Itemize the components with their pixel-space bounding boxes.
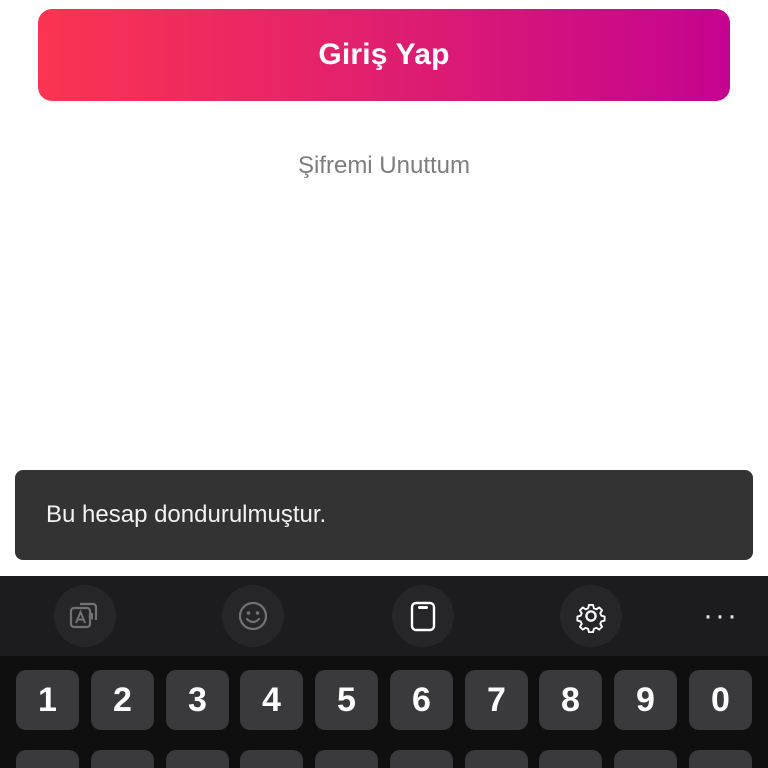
key-1[interactable]: 1 (16, 670, 79, 730)
translate-icon (69, 602, 98, 629)
key-8[interactable]: 8 (539, 670, 602, 730)
more-icon: ··· (703, 599, 739, 632)
key-row2-9[interactable] (614, 750, 677, 768)
key-0[interactable]: 0 (689, 670, 752, 730)
key-row2-4[interactable] (240, 750, 303, 768)
forgot-password-label: Şifremi Unuttum (297, 152, 471, 179)
keyboard-toolbar: ··· (0, 576, 768, 656)
key-row2-3[interactable] (166, 750, 229, 768)
keyboard-keys: 1 2 3 4 5 6 7 8 9 0 (0, 656, 768, 768)
key-2[interactable]: 2 (91, 670, 154, 730)
key-9[interactable]: 9 (614, 670, 677, 730)
forgot-password-link[interactable]: Şifremi Unuttum (0, 152, 768, 180)
translate-button[interactable] (54, 585, 116, 647)
login-button-label: Giriş Yap (318, 38, 450, 71)
more-options-button[interactable]: ··· (690, 585, 752, 647)
login-screen: Giriş Yap Şifremi Unuttum Bu hesap dondu… (0, 0, 768, 768)
snackbar-message: Bu hesap dondurulmuştur. (46, 501, 327, 528)
error-snackbar: Bu hesap dondurulmuştur. (15, 470, 753, 560)
clipboard-button[interactable] (392, 585, 454, 647)
emoji-icon (238, 601, 268, 631)
key-4[interactable]: 4 (240, 670, 303, 730)
key-row2-2[interactable] (91, 750, 154, 768)
key-row2-10[interactable] (689, 750, 752, 768)
key-6[interactable]: 6 (390, 670, 453, 730)
key-row2-7[interactable] (465, 750, 528, 768)
key-3[interactable]: 3 (166, 670, 229, 730)
key-5[interactable]: 5 (315, 670, 378, 730)
key-row2-6[interactable] (390, 750, 453, 768)
key-7[interactable]: 7 (465, 670, 528, 730)
emoji-button[interactable] (222, 585, 284, 647)
settings-gear-icon (576, 603, 606, 633)
soft-keyboard: ··· 1 2 3 4 5 6 7 8 9 0 (0, 576, 768, 768)
clipboard-icon (410, 601, 436, 632)
login-button[interactable]: Giriş Yap (38, 9, 730, 101)
key-row2-5[interactable] (315, 750, 378, 768)
settings-button[interactable] (560, 585, 622, 647)
key-row2-1[interactable] (16, 750, 79, 768)
key-row2-8[interactable] (539, 750, 602, 768)
